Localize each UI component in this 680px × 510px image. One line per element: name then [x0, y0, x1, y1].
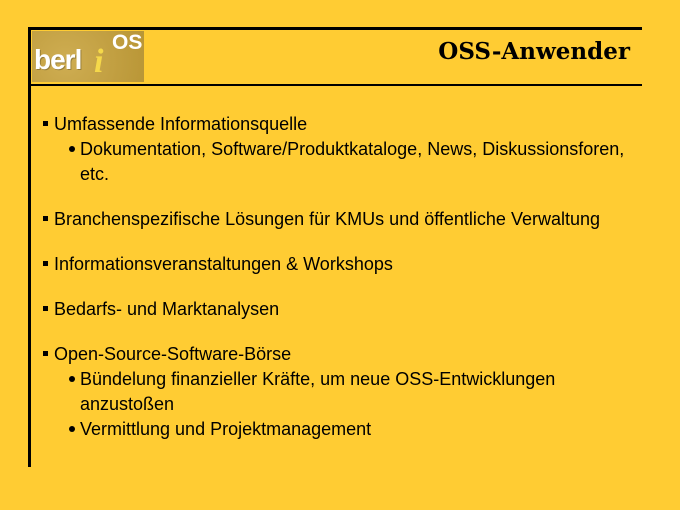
logo-text-berl: berl — [34, 44, 82, 75]
bullet-item: Branchenspezifische Lösungen für KMUs un… — [42, 207, 642, 232]
sub-bullet-text: Bündelung finanzieller Kräfte, um neue O… — [80, 369, 556, 414]
berlios-logo: berl i OS — [32, 31, 144, 82]
square-bullet-icon — [43, 351, 48, 356]
bullet-item: Open-Source-Software-Börse Bündelung fin… — [42, 342, 642, 442]
logo-text-i: i — [94, 43, 104, 80]
bullet-item: Informationsveranstaltungen & Workshops — [42, 252, 642, 277]
bullet-text: Branchenspezifische Lösungen für KMUs un… — [54, 209, 601, 229]
bullet-text: Umfassende Informationsquelle — [54, 114, 308, 134]
bullet-list: Umfassende Informationsquelle Dokumentat… — [42, 112, 642, 462]
bullet-text: Informationsveranstaltungen & Workshops — [54, 254, 393, 274]
sub-bullet-text: Dokumentation, Software/Produktkataloge,… — [80, 139, 625, 184]
sub-bullet-item: Bündelung finanzieller Kräfte, um neue O… — [54, 367, 642, 417]
logo-text-os: OS — [112, 31, 143, 54]
bullet-text: Bedarfs- und Marktanalysen — [54, 299, 280, 319]
bullet-text: Open-Source-Software-Börse — [54, 344, 292, 364]
square-bullet-icon — [43, 261, 48, 266]
slide-title: OSS-Anwender — [438, 38, 630, 65]
round-bullet-icon — [69, 146, 75, 152]
left-side-rule — [28, 27, 31, 467]
header-bottom-rule — [28, 84, 642, 86]
square-bullet-icon — [43, 306, 48, 311]
sub-bullet-item: Dokumentation, Software/Produktkataloge,… — [54, 137, 642, 187]
square-bullet-icon — [43, 121, 48, 126]
square-bullet-icon — [43, 216, 48, 221]
round-bullet-icon — [69, 376, 75, 382]
sub-bullet-text: Vermittlung und Projektmanagement — [80, 419, 372, 439]
bullet-item: Umfassende Informationsquelle Dokumentat… — [42, 112, 642, 187]
header-top-rule — [28, 27, 642, 30]
bullet-item: Bedarfs- und Marktanalysen — [42, 297, 642, 322]
sub-bullet-item: Vermittlung und Projektmanagement — [54, 417, 642, 442]
round-bullet-icon — [69, 426, 75, 432]
